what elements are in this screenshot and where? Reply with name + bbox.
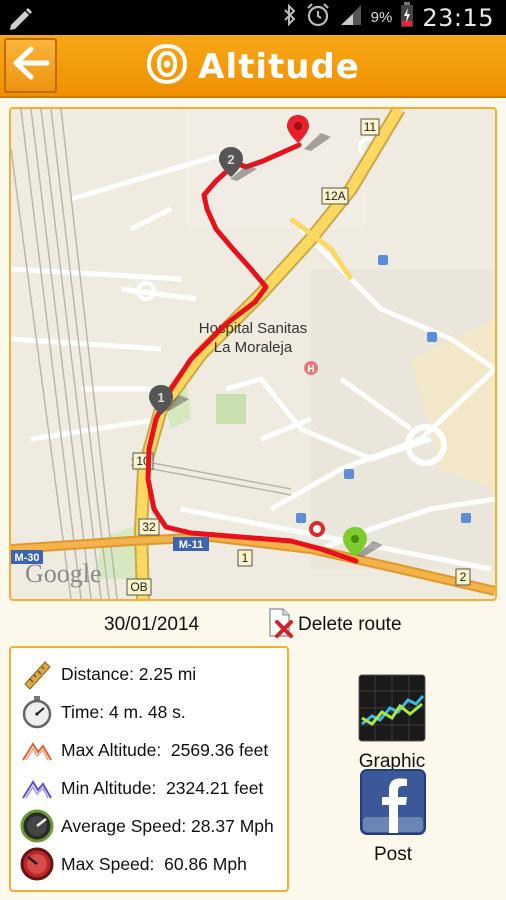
graphic-button[interactable]: Graphic [358, 674, 426, 773]
post-button[interactable]: Post [360, 769, 426, 866]
exit-2-label: 2 [460, 570, 467, 584]
app-logo-icon [146, 43, 188, 89]
stat-min-altitude-text: Min Altitude: 2324.21 feet [61, 777, 264, 798]
stat-average-speed: Average Speed: 28.37 Mph [19, 808, 274, 844]
post-label: Post [373, 844, 413, 865]
battery-charging-icon [400, 2, 414, 33]
stat-distance-text: Distance: 2.25 mi [61, 663, 197, 684]
back-button[interactable] [4, 38, 57, 93]
stat-min-altitude: Min Altitude: 2324.21 feet [19, 770, 263, 806]
map-marker-2-label: 2 [227, 152, 234, 167]
stat-max-altitude: Max Altitude: 2569.36 feet [19, 732, 268, 768]
stat-time: Time: 4 m. 48 s. [19, 694, 186, 730]
google-logo: Google [25, 559, 102, 588]
graphic-chart-icon [358, 674, 426, 747]
signal-icon [339, 4, 363, 31]
stat-max-altitude-text: Max Altitude: 2569.36 feet [61, 739, 269, 760]
app-title-group: Altitude [0, 35, 506, 98]
battery-percent: 9% [370, 9, 393, 26]
stat-max-speed-text: Max Speed: 60.86 Mph [61, 853, 247, 874]
delete-route-label: Delete route [298, 614, 402, 635]
route-date: 30/01/2014 [104, 614, 200, 635]
back-arrow-icon [11, 45, 51, 86]
exit-12a-label: 12A [324, 189, 345, 203]
exit-ob-label: OB [130, 580, 147, 594]
max-altitude-icon [19, 732, 55, 768]
stopwatch-icon [19, 694, 55, 730]
bluetooth-icon [283, 3, 297, 31]
app-header: Altitude [0, 35, 506, 98]
stat-distance: Distance: 2.25 mi [19, 656, 196, 692]
exit-32-label: 32 [142, 520, 156, 534]
facebook-icon [360, 769, 426, 840]
delete-document-icon [268, 607, 294, 643]
average-speed-icon [19, 808, 55, 844]
max-speed-icon [19, 846, 55, 882]
pencil-icon [8, 6, 34, 35]
exit-1-label: 1 [242, 551, 249, 565]
map-label-hospital-sub: La Moraleja [214, 339, 293, 356]
svg-text:H: H [307, 364, 314, 375]
stat-max-speed: Max Speed: 60.86 Mph [19, 846, 247, 882]
page-title: Altitude [198, 46, 360, 87]
map-marker-1-label: 1 [157, 390, 164, 405]
route-stats-panel: Distance: 2.25 mi Time: 4 m. 48 s. Max A… [9, 646, 289, 892]
stat-average-speed-text: Average Speed: 28.37 Mph [61, 815, 274, 836]
clock: 23:15 [422, 3, 494, 32]
alarm-icon [305, 2, 331, 33]
exit-11-label: 11 [364, 120, 377, 134]
metro-icon [309, 521, 325, 537]
delete-route-button[interactable]: Delete route [268, 607, 402, 643]
route-map[interactable]: Hospital Sanitas La Moraleja H 11 12A 10 [9, 107, 497, 601]
stat-time-text: Time: 4 m. 48 s. [61, 701, 186, 722]
status-bar: 9% 23:15 [0, 0, 506, 35]
road-m11-label: M-11 [179, 539, 203, 551]
hospital-icon: H [304, 361, 318, 375]
min-altitude-icon [19, 770, 55, 806]
ruler-icon [19, 656, 55, 692]
